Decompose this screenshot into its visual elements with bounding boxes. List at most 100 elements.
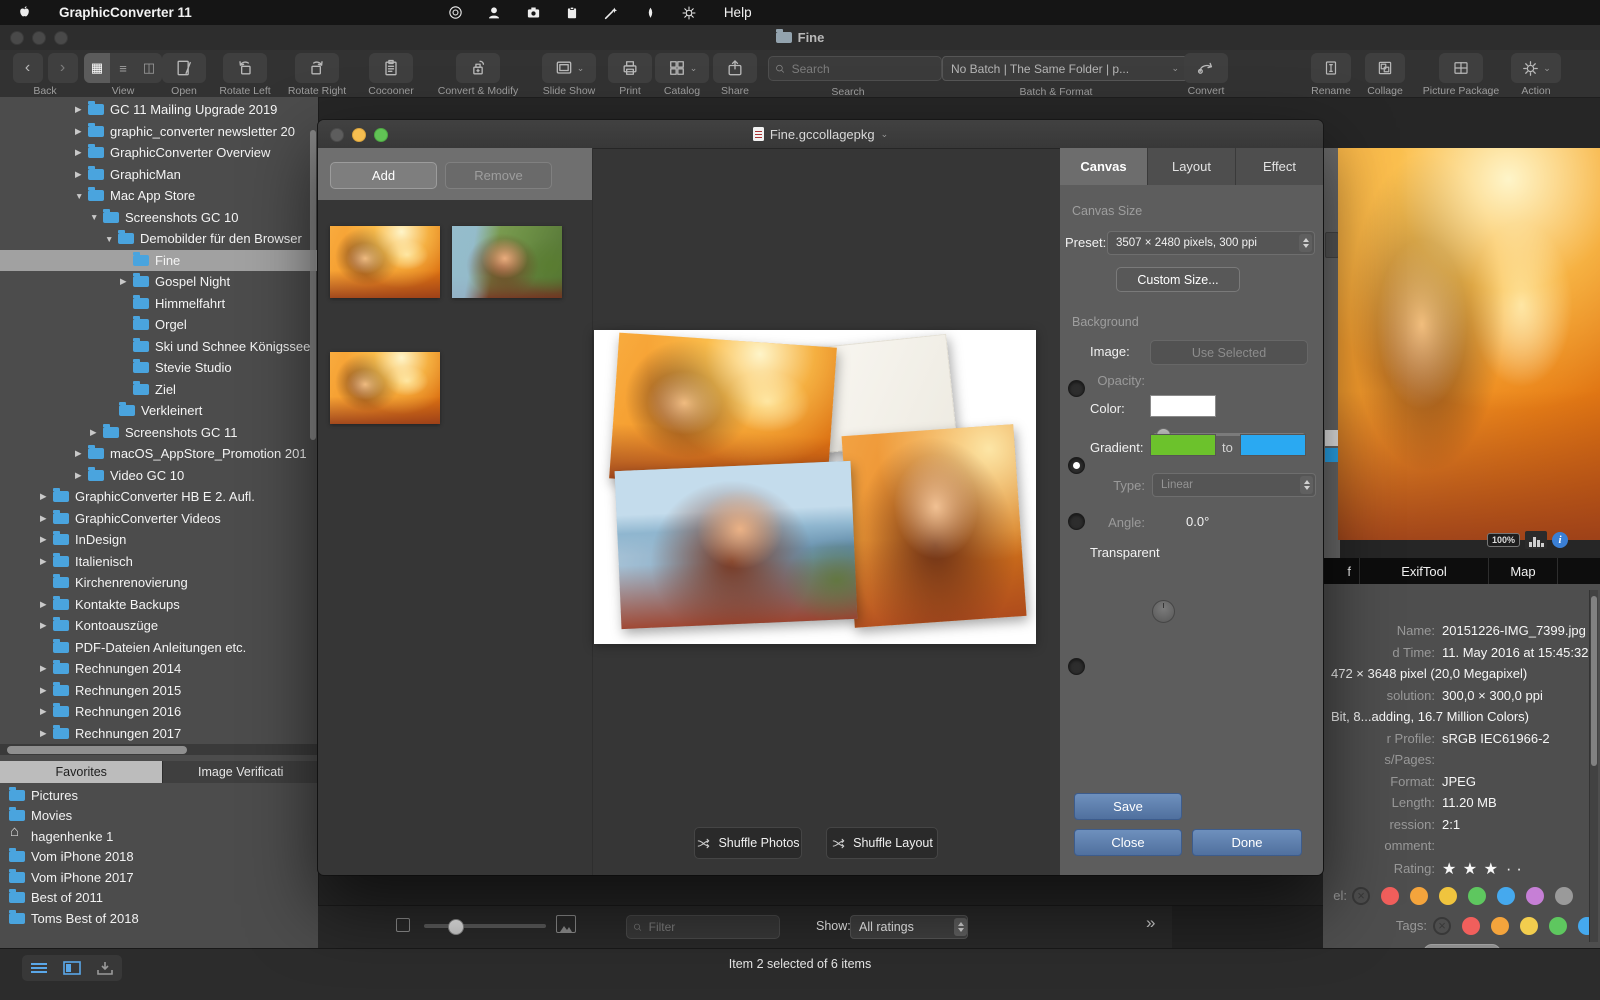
toolbar-search-field[interactable]	[768, 56, 942, 81]
slide-show-tool[interactable]: ⌄ Slide Show	[534, 53, 604, 97]
forward-button[interactable]: ›	[48, 53, 78, 83]
tree-item[interactable]: ▼ Demobilder für den Browser	[0, 228, 318, 250]
wand-icon[interactable]	[603, 4, 620, 21]
tree-item[interactable]: Fine	[0, 250, 318, 272]
tree-item[interactable]: Ziel	[0, 379, 318, 401]
label-color-dot[interactable]	[1468, 887, 1486, 905]
angle-dial[interactable]	[1152, 600, 1175, 623]
disclosure-triangle-icon[interactable]: ▶	[40, 685, 53, 696]
filter-input[interactable]	[647, 919, 773, 935]
sidebar-vertical-scrollbar[interactable]	[310, 130, 316, 440]
tree-item[interactable]: ▶ GraphicConverter Overview	[0, 142, 318, 164]
convert-modify-tool[interactable]: Convert & Modify	[430, 53, 526, 97]
favorite-item[interactable]: Toms Best of 2018	[0, 908, 318, 929]
tab-exiftool[interactable]: ExifTool	[1360, 558, 1489, 584]
rename-tool[interactable]: Rename	[1306, 53, 1356, 97]
custom-size-button[interactable]: Custom Size...	[1116, 267, 1240, 292]
label-color-dot[interactable]	[1439, 887, 1457, 905]
tab-layout[interactable]: Layout	[1148, 148, 1236, 185]
print-tool[interactable]: Print	[608, 53, 652, 97]
info-panel-scrollbar[interactable]	[1589, 590, 1598, 942]
tab-image-verification[interactable]: Image Verificati	[162, 761, 318, 783]
collage-canvas[interactable]	[594, 330, 1036, 644]
label-color-dot[interactable]	[1555, 887, 1573, 905]
back-button[interactable]: ‹	[13, 53, 43, 83]
favorite-item[interactable]: Vom iPhone 2017	[0, 867, 318, 888]
tree-item[interactable]: ▼ Mac App Store	[0, 185, 318, 207]
slider-knob[interactable]	[448, 919, 464, 935]
tree-item[interactable]: ▶ Kontakte Backups	[0, 594, 318, 616]
tree-item[interactable]: ▼ Screenshots GC 10	[0, 207, 318, 229]
tree-item[interactable]: ▶ GraphicConverter HB E 2. Aufl.	[0, 486, 318, 508]
tag-color-dot[interactable]	[1462, 917, 1480, 935]
tree-item[interactable]: ▶ GraphicConverter Videos	[0, 508, 318, 530]
show-ratings-dropdown[interactable]: All ratings	[850, 915, 968, 939]
done-button[interactable]: Done	[1192, 829, 1302, 856]
user-icon[interactable]	[486, 4, 503, 21]
disclosure-triangle-icon[interactable]: ▼	[90, 212, 103, 222]
photo-thumbnail-3[interactable]	[330, 352, 440, 424]
tree-item[interactable]: ▶ GC 11 Mailing Upgrade 2019	[0, 99, 318, 121]
catalog-tool[interactable]: ⌄ Catalog	[654, 53, 710, 97]
tree-item[interactable]: ▶ Screenshots GC 11	[0, 422, 318, 444]
tab-canvas[interactable]: Canvas	[1060, 148, 1148, 185]
label-color-dot[interactable]	[1410, 887, 1428, 905]
disclosure-triangle-icon[interactable]: ▶	[40, 534, 53, 545]
tree-item[interactable]: ▶ GraphicMan	[0, 164, 318, 186]
tree-item[interactable]: Kirchenrenovierung	[0, 572, 318, 594]
disclosure-triangle-icon[interactable]: ▶	[40, 663, 53, 674]
tag-color-dot[interactable]	[1549, 917, 1567, 935]
disclosure-triangle-icon[interactable]: ▶	[40, 513, 53, 524]
disclosure-triangle-icon[interactable]: ▶	[40, 599, 53, 610]
gear-icon[interactable]	[681, 4, 698, 21]
label-color-dot[interactable]	[1497, 887, 1515, 905]
no-label-icon[interactable]: ×	[1352, 887, 1370, 905]
menu-item-help[interactable]: Help	[724, 5, 752, 20]
disclosure-triangle-icon[interactable]: ▶	[75, 126, 88, 137]
target-icon[interactable]	[447, 4, 464, 21]
disclosure-triangle-icon[interactable]: ▶	[40, 491, 53, 502]
grid-view-button[interactable]: ▦	[84, 53, 110, 83]
tree-item[interactable]: ▶ Italienisch	[0, 551, 318, 573]
disclosure-triangle-icon[interactable]: ▶	[40, 556, 53, 567]
tree-item[interactable]: ▶ Gospel Night	[0, 271, 318, 293]
disclosure-triangle-icon[interactable]: ▶	[75, 470, 88, 481]
disclosure-triangle-icon[interactable]: ▶	[75, 169, 88, 180]
tree-item[interactable]: ▶ Rechnungen 2016	[0, 701, 318, 723]
transparent-radio[interactable]	[1068, 658, 1085, 675]
gradient-from-swatch[interactable]	[1150, 434, 1216, 456]
disclosure-triangle-icon[interactable]: ▶	[40, 706, 53, 717]
favorite-item[interactable]: Best of 2011	[0, 888, 318, 909]
collage-tool[interactable]: Collage	[1360, 53, 1410, 97]
camera-icon[interactable]	[525, 4, 542, 21]
cocooner-tool[interactable]: Cocooner	[360, 53, 422, 97]
thumbnail-size-slider[interactable]	[424, 924, 546, 928]
photo-thumbnail-2[interactable]	[452, 226, 562, 298]
disclosure-triangle-icon[interactable]: ▶	[75, 448, 88, 459]
label-color-dot[interactable]	[1526, 887, 1544, 905]
gradient-to-swatch[interactable]	[1240, 434, 1306, 456]
tree-item[interactable]: ▶ InDesign	[0, 529, 318, 551]
remove-photo-button[interactable]: Remove	[445, 162, 552, 189]
collage-photo-3[interactable]	[615, 461, 858, 629]
tree-item[interactable]: ▶ Rechnungen 2015	[0, 680, 318, 702]
sidebar-horizontal-scrollbar[interactable]	[0, 744, 318, 755]
disclosure-triangle-icon[interactable]: ▶	[40, 620, 53, 631]
tree-item[interactable]: Orgel	[0, 314, 318, 336]
batch-format-dropdown[interactable]: No Batch | The Same Folder | p... ⌄	[942, 56, 1188, 81]
tree-item[interactable]: ▶ Video GC 10	[0, 465, 318, 487]
gradient-type-dropdown[interactable]: Linear	[1152, 473, 1316, 497]
tree-item[interactable]: ▶ Kontoauszüge	[0, 615, 318, 637]
toolbar-overflow-chevrons[interactable]: »	[1146, 913, 1155, 933]
tab-effect[interactable]: Effect	[1236, 148, 1323, 185]
favorite-item[interactable]: Pictures	[0, 785, 318, 806]
open-tool[interactable]: Open	[158, 53, 210, 97]
tree-item[interactable]: ▶ graphic_converter newsletter 20	[0, 121, 318, 143]
disclosure-triangle-icon[interactable]: ▶	[90, 427, 103, 438]
shuffle-layout-button[interactable]: Shuffle Layout	[826, 827, 938, 859]
collage-photo-2[interactable]	[842, 424, 1027, 628]
search-input[interactable]	[790, 61, 935, 77]
tree-item[interactable]: Ski und Schnee Königssee	[0, 336, 318, 358]
tag-color-dot[interactable]	[1520, 917, 1538, 935]
tree-item[interactable]: Verkleinert	[0, 400, 318, 422]
